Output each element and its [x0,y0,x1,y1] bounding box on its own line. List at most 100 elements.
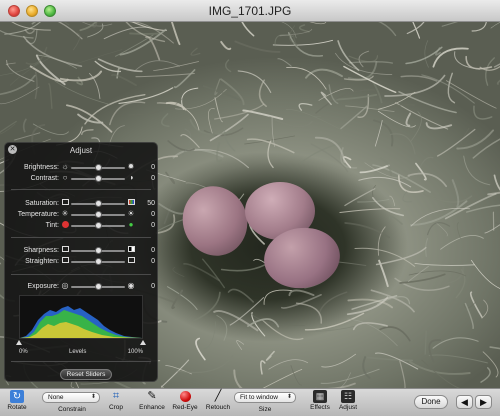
levels-labels: 0% Levels 100% [19,349,143,358]
temperature-slider-knob[interactable] [95,211,102,218]
exposure-slider-knob[interactable] [95,283,102,290]
bottom-toolbar: ↻ Rotate None ⬍ Constrain ⌗ Crop ✎ Enhan… [0,388,500,416]
adjust-sliders-icon: ☷ [341,390,355,403]
enhance-button[interactable]: ✎ Enhance [138,390,166,411]
done-button[interactable]: Done [414,395,448,409]
effects-label: Effects [310,404,330,411]
exposure-label: Exposure: [27,283,59,290]
blur-icon [61,246,69,254]
effects-button[interactable]: ▦ Effects [308,390,332,411]
tint-value: 0 [151,222,155,229]
levels-white-point-handle[interactable] [140,340,146,345]
tilt-right-icon [127,257,135,265]
crop-button[interactable]: ⌗ Crop [106,390,126,411]
saturation-row: Saturation: 50 [5,199,159,209]
brightness-value: 0 [151,164,155,171]
adjust-label: Adjust [338,404,358,411]
levels-min-label: 0% [19,349,28,355]
brightness-row: Brightness: ☼ ✹ 0 [5,163,159,173]
straighten-label: Straighten: [25,258,59,265]
histogram-graph [20,306,142,338]
contrast-label: Contrast: [30,175,59,182]
rotate-label: Rotate [7,404,27,411]
next-photo-button[interactable]: ▶ [475,395,492,409]
title-bar: IMG_1701.JPG [0,0,500,22]
tint-green-icon: ● [128,220,134,229]
constrain-select[interactable]: None ⬍ [42,392,100,403]
brightness-slider[interactable] [71,164,125,171]
sharpness-slider[interactable] [71,247,125,254]
divider [11,274,151,275]
tint-slider-knob[interactable] [95,222,102,229]
brightness-slider-knob[interactable] [95,164,102,171]
size-label-wrap: Size [255,405,275,413]
tint-label: Tint: [45,222,59,229]
crop-icon: ⌗ [112,390,120,402]
magic-wand-icon: ✎ [147,390,157,402]
window-title: IMG_1701.JPG [208,4,292,18]
snowflake-icon: ✳ [61,209,69,218]
adjust-button[interactable]: ☷ Adjust [336,390,360,411]
tint-red-icon [61,221,69,229]
contrast-slider-knob[interactable] [95,175,102,182]
sharp-icon [127,246,135,254]
sun-warm-icon: ☀ [127,209,135,218]
reset-sliders-button[interactable]: Reset Sliders [60,369,112,380]
sharpness-row: Sharpness: 0 [5,246,159,256]
enhance-label: Enhance [139,404,165,411]
divider [11,189,151,190]
brightness-label: Brightness: [23,164,59,171]
exposure-slider[interactable] [71,283,125,290]
levels-label: Levels [69,349,87,355]
constrain-label-wrap: Constrain [56,405,88,413]
adjust-panel-title: Adjust [69,146,93,155]
saturation-slider-knob[interactable] [95,200,102,207]
aperture-small-icon: ◎ [61,281,69,290]
circle-outline-icon: ○ [62,173,68,182]
adjust-panel: ✕ Adjust Brightness: ☼ ✹ 0 Contrast: ○ ◑… [4,142,158,382]
rotate-icon: ↻ [10,390,24,403]
chevron-updown-icon: ⬍ [90,394,96,400]
straighten-slider-knob[interactable] [95,258,102,265]
temperature-value: 0 [151,211,155,218]
half-circle-icon: ◑ [128,173,134,182]
saturation-slider[interactable] [71,200,125,207]
constrain-label: Constrain [58,406,86,413]
saturation-label: Saturation: [25,200,59,207]
tint-slider[interactable] [71,222,125,229]
sharpness-label: Sharpness: [23,247,59,254]
exposure-row: Exposure: ◎ ◉ 0 [5,282,159,292]
saturation-value: 50 [147,200,155,207]
contrast-slider[interactable] [71,175,125,182]
temperature-label: Temperature: [17,211,59,218]
sharpness-value: 0 [151,247,155,254]
levels-max-label: 100% [127,349,143,355]
divider [11,237,151,238]
chevron-updown-icon: ⬍ [286,394,292,400]
temperature-slider[interactable] [71,211,125,218]
red-eye-button[interactable]: Red-Eye [172,390,198,411]
constrain-select-value: None [48,394,64,401]
straighten-row: Straighten: 0 [5,257,159,267]
contrast-value: 0 [151,175,155,182]
retouch-label: Retouch [205,404,231,411]
size-select[interactable]: Fit to window ⬍ [234,392,296,403]
tint-row: Tint: ● 0 [5,221,159,231]
levels-handles [16,340,146,346]
contrast-row: Contrast: ○ ◑ 0 [5,174,159,184]
retouch-button[interactable]: ╱ Retouch [204,390,232,411]
temperature-row: Temperature: ✳ ☀ 0 [5,210,159,220]
saturation-high-icon [127,199,135,207]
brush-icon: ╱ [214,390,222,402]
rotate-button[interactable]: ↻ Rotate [4,390,30,411]
tilt-left-icon [61,257,69,265]
previous-photo-button[interactable]: ◀ [456,395,473,409]
levels-black-point-handle[interactable] [16,340,22,345]
red-eye-icon [178,390,192,403]
sharpness-slider-knob[interactable] [95,247,102,254]
sun-small-icon: ☼ [61,162,69,171]
effects-grid-icon: ▦ [313,390,327,403]
straighten-slider[interactable] [71,258,125,265]
size-label: Size [258,406,272,413]
crop-label: Crop [108,404,124,411]
